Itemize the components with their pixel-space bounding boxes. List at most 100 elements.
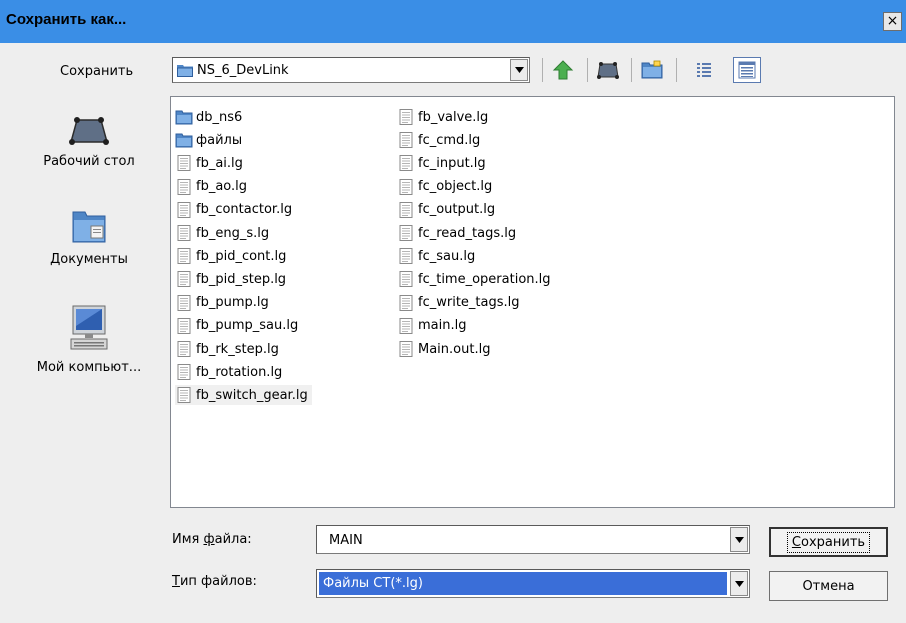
list-view-button[interactable] <box>690 57 718 83</box>
document-icon <box>399 155 413 172</box>
network-button[interactable] <box>594 57 622 83</box>
filename-dropdown-button[interactable] <box>730 527 748 552</box>
file-item[interactable]: fc_time_operation.lg <box>397 269 555 289</box>
document-icon <box>399 341 413 357</box>
item-name: fb_valve.lg <box>418 109 489 125</box>
filetype-combobox[interactable]: Файлы СТ(*.lg) <box>316 569 750 598</box>
chevron-down-icon <box>734 536 744 543</box>
file-item[interactable]: fb_ai.lg <box>175 153 247 173</box>
documents-icon <box>72 211 106 243</box>
item-name: fb_ao.lg <box>196 179 248 195</box>
toolbar-separator <box>631 58 632 82</box>
document-icon <box>177 317 191 334</box>
document-icon <box>399 109 413 125</box>
file-item[interactable]: fb_rk_step.lg <box>175 339 283 359</box>
folder-icon <box>175 133 193 148</box>
document-icon <box>399 178 413 195</box>
folder-item[interactable]: db_ns6 <box>175 107 246 127</box>
cancel-button[interactable]: Отмена <box>769 571 888 601</box>
folder-icon <box>175 110 193 125</box>
file-item[interactable]: fc_object.lg <box>397 177 496 197</box>
chevron-down-icon <box>514 67 524 73</box>
document-icon <box>399 271 413 288</box>
close-button[interactable]: × <box>883 12 902 31</box>
sidebar-item-my-computer[interactable]: Мой компьют... <box>14 304 164 375</box>
item-name: fb_pid_step.lg <box>196 271 287 287</box>
save-in-dropdown-button[interactable] <box>510 59 528 81</box>
document-icon <box>177 341 191 357</box>
file-item[interactable]: fb_switch_gear.lg <box>175 385 312 406</box>
sidebar-item-documents[interactable]: Документы <box>14 206 164 267</box>
file-item[interactable]: fc_read_tags.lg <box>397 223 520 243</box>
file-item[interactable]: fb_eng_s.lg <box>175 223 273 243</box>
document-icon <box>177 178 191 195</box>
sidebar-item-label: Документы <box>50 252 128 267</box>
details-view-icon <box>738 61 756 79</box>
file-item[interactable]: fb_pump_sau.lg <box>175 316 302 336</box>
file-item[interactable]: fc_input.lg <box>397 153 490 173</box>
item-name: fc_sau.lg <box>418 248 476 264</box>
file-item[interactable]: fc_sau.lg <box>397 246 479 266</box>
item-name: db_ns6 <box>196 109 243 125</box>
file-list[interactable]: db_ns6 файлы fb_ai.lg fb_ao.lg fb_contactor.… <box>170 96 895 508</box>
document-icon <box>177 364 191 381</box>
item-name: fc_input.lg <box>418 155 486 171</box>
save-as-dialog: Сохранить как... × Сохранить NS_6_DevLin… <box>0 0 906 623</box>
document-icon <box>399 132 413 149</box>
current-folder-text: NS_6_DevLink <box>197 63 289 78</box>
file-item[interactable]: fb_pump.lg <box>175 293 273 313</box>
computer-icon <box>70 305 108 350</box>
file-item[interactable]: fc_cmd.lg <box>397 130 484 150</box>
close-icon: × <box>886 13 899 29</box>
details-view-button[interactable] <box>733 57 761 83</box>
save-in-combobox[interactable]: NS_6_DevLink <box>172 57 530 83</box>
item-name: fb_rk_step.lg <box>196 341 279 357</box>
file-item[interactable]: main.lg <box>397 316 470 336</box>
file-item[interactable]: fb_ao.lg <box>175 177 251 197</box>
item-name: fc_output.lg <box>418 202 496 218</box>
file-item[interactable]: fb_valve.lg <box>397 107 492 127</box>
document-icon <box>399 294 413 311</box>
item-name: fc_read_tags.lg <box>418 225 517 241</box>
item-name: fc_cmd.lg <box>418 132 481 148</box>
folder-icon <box>177 65 193 77</box>
item-name: fb_contactor.lg <box>196 202 293 218</box>
save-button[interactable]: Сохранить <box>769 527 888 557</box>
item-name: fb_switch_gear.lg <box>196 387 308 403</box>
document-icon <box>177 387 191 404</box>
desktop-icon <box>69 117 109 145</box>
filename-input[interactable]: MAIN <box>329 533 363 548</box>
title-bar[interactable]: Сохранить как... × <box>0 0 906 43</box>
file-item[interactable]: fb_pid_cont.lg <box>175 246 290 266</box>
item-name: fc_write_tags.lg <box>418 295 520 311</box>
document-icon <box>399 201 413 218</box>
document-icon <box>399 317 413 334</box>
list-view-icon <box>697 63 711 77</box>
file-item[interactable]: fb_pid_step.lg <box>175 269 290 289</box>
up-folder-icon <box>552 60 574 80</box>
file-item[interactable]: fb_rotation.lg <box>175 362 286 382</box>
item-name: fb_pid_cont.lg <box>196 248 287 264</box>
document-icon <box>399 248 413 265</box>
item-name: Main.out.lg <box>418 341 491 357</box>
new-folder-icon <box>641 60 663 79</box>
filename-combobox[interactable]: MAIN <box>316 525 750 554</box>
file-item[interactable]: fb_contactor.lg <box>175 200 296 220</box>
up-folder-button[interactable] <box>549 57 577 83</box>
file-item[interactable]: Main.out.lg <box>397 339 494 359</box>
sidebar-item-label: Рабочий стол <box>43 154 135 169</box>
document-icon <box>177 155 191 172</box>
filetype-dropdown-button[interactable] <box>730 571 748 596</box>
network-icon <box>597 62 619 79</box>
item-name: fc_time_operation.lg <box>418 271 551 287</box>
item-name: fb_pump.lg <box>196 295 269 311</box>
document-icon <box>177 294 191 311</box>
file-item[interactable]: fc_output.lg <box>397 200 499 220</box>
file-item[interactable]: fc_write_tags.lg <box>397 293 524 313</box>
document-icon <box>177 271 191 288</box>
toolbar-separator <box>542 58 543 82</box>
save-in-label: Сохранить <box>60 64 134 79</box>
new-folder-button[interactable] <box>638 57 666 83</box>
folder-item[interactable]: файлы <box>175 130 246 150</box>
sidebar-item-desktop[interactable]: Рабочий стол <box>14 110 164 169</box>
